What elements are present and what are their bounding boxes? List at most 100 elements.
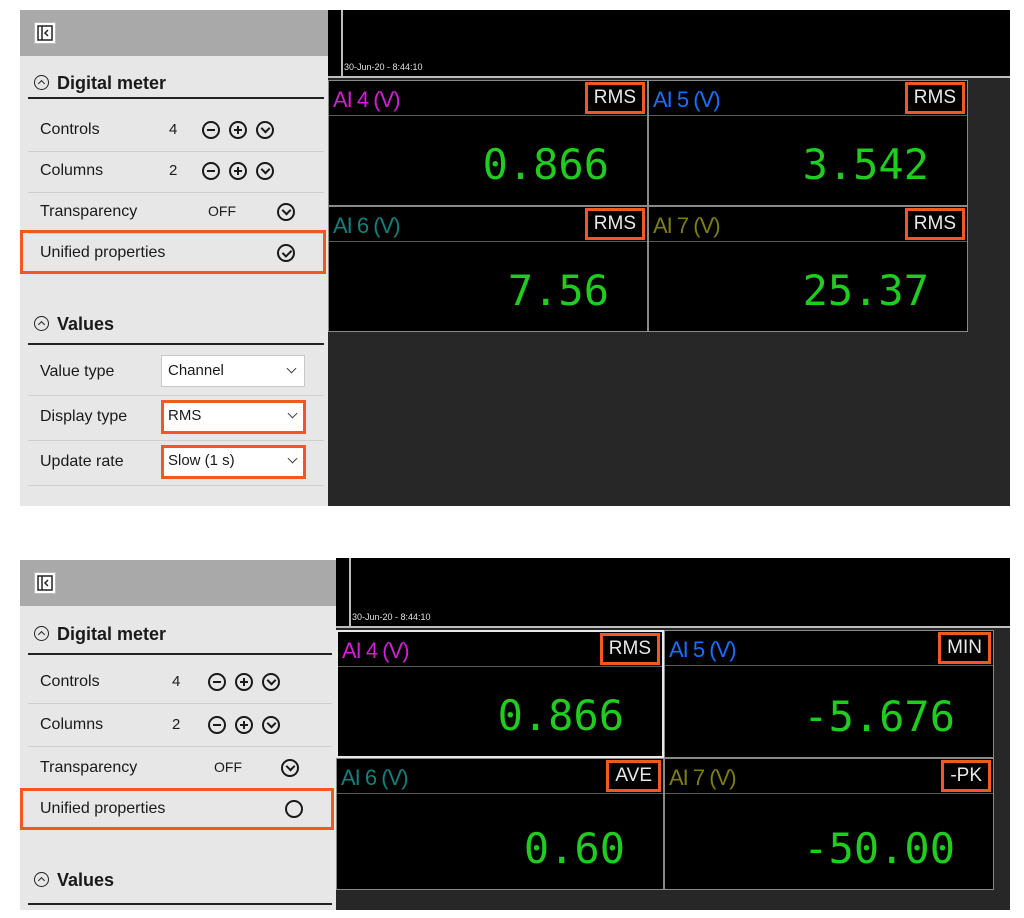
dropdown-icon[interactable] (256, 162, 274, 180)
display-type-tag: RMS (584, 208, 645, 240)
selected-value: Channel (168, 362, 224, 379)
increase-icon[interactable] (235, 716, 253, 734)
section-values[interactable]: Values (34, 870, 114, 891)
decrease-icon[interactable] (208, 716, 226, 734)
columns-label: Columns (40, 716, 104, 733)
increase-icon[interactable] (229, 162, 247, 180)
columns-row: Columns 2 (28, 152, 324, 193)
meter-value: 7.56 (507, 266, 609, 315)
meter-ai4[interactable]: AI 4 (V) RMS 0.866 (336, 630, 664, 758)
axis-line (328, 76, 1010, 78)
dropdown-icon[interactable] (281, 759, 299, 777)
dropdown-icon[interactable] (256, 121, 274, 139)
collapse-chevron-icon (34, 316, 49, 331)
display-type-select[interactable]: RMS (161, 400, 306, 434)
section-values[interactable]: Values (34, 314, 114, 335)
display-type-row: Display type RMS (28, 396, 324, 441)
decrease-icon[interactable] (202, 121, 220, 139)
bottom-meter-screen: 30-Jun-20 - 8:44:10 AI 4 (V) RMS 0.866 A… (336, 558, 1010, 910)
sidebar-header (20, 560, 336, 606)
dropdown-icon[interactable] (277, 203, 295, 221)
transparency-label: Transparency (40, 759, 138, 776)
update-rate-label: Update rate (40, 453, 124, 470)
increase-icon[interactable] (235, 673, 253, 691)
channel-name: AI 6 (V) (333, 213, 401, 238)
increase-icon[interactable] (229, 121, 247, 139)
time-axis (328, 10, 1010, 76)
channel-name: AI 6 (V) (341, 765, 409, 790)
channel-name: AI 7 (V) (669, 765, 737, 790)
transparency-row: Transparency OFF (28, 193, 324, 234)
channel-name: AI 7 (V) (653, 213, 721, 238)
meter-value: 25.37 (802, 266, 929, 315)
update-rate-row: Update rate Slow (1 s) (28, 441, 324, 486)
display-type-tag: RMS (584, 82, 645, 114)
top-sidebar: Digital meter Controls 4 Columns 2 Trans… (20, 10, 328, 506)
collapse-chevron-icon (34, 626, 49, 641)
section-divider (28, 903, 332, 905)
channel-name: AI 5 (V) (653, 87, 721, 112)
meter-ai4[interactable]: AI 4 (V) RMS 0.866 (328, 80, 648, 206)
transparency-value: OFF (208, 203, 236, 219)
decrease-icon[interactable] (208, 673, 226, 691)
meter-value: 0.60 (523, 824, 625, 873)
controls-label: Controls (40, 673, 100, 690)
display-type-tag: RMS (904, 208, 965, 240)
section-divider (28, 97, 324, 99)
display-type-tag: RMS (599, 633, 660, 665)
meter-value: 0.866 (482, 140, 609, 189)
sidebar-header (20, 10, 328, 56)
time-axis (336, 558, 1010, 626)
columns-label: Columns (40, 162, 104, 179)
chevron-down-icon (287, 408, 298, 419)
axis-line (336, 626, 1010, 628)
display-type-label: Display type (40, 408, 128, 425)
update-rate-select[interactable]: Slow (1 s) (161, 445, 306, 479)
selected-value: RMS (168, 407, 202, 424)
highlight-unified-properties (20, 788, 334, 830)
cursor-line[interactable] (341, 10, 343, 76)
meter-ai5[interactable]: AI 5 (V) RMS 3.542 (648, 80, 968, 206)
controls-label: Controls (40, 121, 100, 138)
dropdown-icon[interactable] (262, 673, 280, 691)
transparency-label: Transparency (40, 203, 138, 220)
channel-name: AI 5 (V) (669, 637, 737, 662)
controls-value: 4 (169, 121, 178, 138)
controls-row: Controls 4 (28, 661, 332, 704)
section-title: Values (57, 870, 115, 890)
decrease-icon[interactable] (202, 162, 220, 180)
transparency-value: OFF (214, 759, 242, 775)
section-title: Digital meter (57, 73, 167, 93)
channel-name: AI 4 (V) (333, 87, 401, 112)
display-type-tag: RMS (904, 82, 965, 114)
meter-value: 0.866 (497, 691, 624, 740)
selected-value: Slow (1 s) (168, 452, 235, 469)
timestamp: 30-Jun-20 - 8:44:10 (352, 612, 431, 622)
cursor-line[interactable] (349, 558, 351, 626)
section-title: Digital meter (57, 624, 167, 644)
meter-value: 3.542 (802, 140, 929, 189)
meter-value: -50.00 (803, 824, 955, 873)
meter-ai7[interactable]: AI 7 (V) RMS 25.37 (648, 206, 968, 332)
section-digital-meter[interactable]: Digital meter (34, 624, 166, 645)
meter-ai5[interactable]: AI 5 (V) MIN -5.676 (664, 630, 994, 758)
meter-ai6[interactable]: AI 6 (V) RMS 7.56 (328, 206, 648, 332)
meter-value: -5.676 (803, 692, 955, 741)
panel-collapse-icon[interactable] (34, 22, 56, 44)
section-divider (28, 343, 324, 345)
section-digital-meter[interactable]: Digital meter (34, 73, 166, 94)
dropdown-icon[interactable] (262, 716, 280, 734)
columns-value: 2 (169, 162, 178, 179)
value-type-select[interactable]: Channel (161, 355, 305, 387)
display-type-tag: MIN (938, 632, 991, 664)
meter-ai6[interactable]: AI 6 (V) AVE 0.60 (336, 758, 664, 890)
display-type-tag: -PK (941, 760, 991, 792)
controls-value: 4 (172, 673, 181, 690)
meter-ai7[interactable]: AI 7 (V) -PK -50.00 (664, 758, 994, 890)
chevron-down-icon (287, 453, 298, 464)
channel-name: AI 4 (V) (342, 638, 410, 663)
panel-collapse-icon[interactable] (34, 572, 56, 594)
columns-value: 2 (172, 716, 181, 733)
controls-row: Controls 4 (28, 111, 324, 152)
value-type-row: Value type Channel (28, 351, 324, 396)
